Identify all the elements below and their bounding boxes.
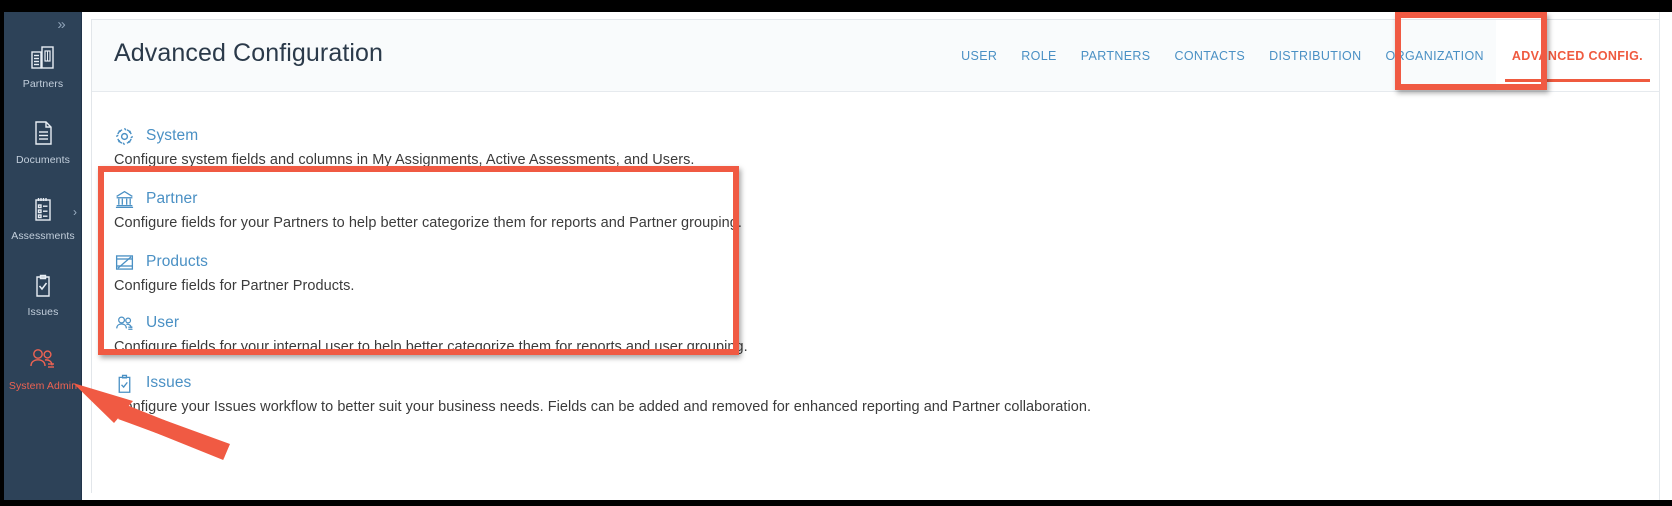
tab-role[interactable]: ROLE (1009, 20, 1068, 91)
section-title-link[interactable]: Issues (146, 374, 191, 392)
sidebar-item-label: Assessments (11, 230, 75, 242)
section-header: Products (114, 251, 354, 273)
config-section-products: Products Configure fields for Partner Pr… (114, 251, 354, 294)
clipboard-check-icon (4, 268, 82, 302)
document-icon (4, 116, 82, 150)
section-title-link[interactable]: System (146, 127, 198, 145)
section-header: Issues (114, 372, 1091, 394)
config-section-list: System Configure system fields and colum… (92, 92, 1659, 493)
tab-distribution[interactable]: DISTRIBUTION (1257, 20, 1373, 91)
tab-contacts[interactable]: CONTACTS (1162, 20, 1257, 91)
sidebar-item-partners[interactable]: Partners (4, 40, 82, 90)
sidebar-item-documents[interactable]: Documents (4, 116, 82, 166)
sidebar-item-label: Documents (15, 154, 70, 166)
products-box-icon (114, 251, 138, 273)
top-tab-bar: USER ROLE PARTNERS CONTACTS DISTRIBUTION… (949, 20, 1659, 91)
page-header: Advanced Configuration USER ROLE PARTNER… (92, 20, 1659, 92)
clipboard-list-icon (4, 192, 82, 226)
sidebar-item-label: System Admin (8, 380, 78, 392)
main-content-area: Advanced Configuration USER ROLE PARTNER… (82, 12, 1672, 500)
page-title: Advanced Configuration (114, 39, 384, 67)
bank-building-icon (4, 40, 82, 74)
section-description: Configure fields for your internal user … (114, 339, 748, 355)
section-title-link[interactable]: Products (146, 253, 208, 271)
config-section-system: System Configure system fields and colum… (114, 125, 694, 168)
right-scroll-gutter[interactable] (1659, 12, 1672, 500)
tab-partners[interactable]: PARTNERS (1069, 20, 1163, 91)
tab-user[interactable]: USER (949, 20, 1009, 91)
sidebar-collapse-icon[interactable]: » (49, 14, 73, 36)
section-description: Configure fields for your Partners to he… (114, 215, 742, 231)
app-window-frame: » Partners Documents Assessments › Issue… (0, 0, 1672, 500)
section-description: Configure system fields and columns in M… (114, 152, 695, 168)
sidebar-item-label: Issues (27, 306, 59, 318)
users-icon (4, 342, 82, 376)
section-header: System (114, 125, 694, 147)
tab-organization[interactable]: ORGANIZATION (1374, 20, 1496, 91)
sidebar-item-label: Partners (22, 78, 64, 90)
sidebar-item-system-admin[interactable]: System Admin (4, 342, 82, 392)
gear-icon (114, 125, 138, 147)
config-section-partner: Partner Configure fields for your Partne… (114, 188, 742, 231)
section-header: User (114, 312, 748, 334)
sidebar-item-assessments[interactable]: Assessments › (4, 192, 82, 242)
bank-columns-icon (114, 188, 138, 210)
section-header: Partner (114, 188, 742, 210)
left-sidebar: » Partners Documents Assessments › Issue… (4, 12, 82, 500)
page-card: Advanced Configuration USER ROLE PARTNER… (91, 19, 1660, 493)
chevron-right-icon[interactable]: › (73, 206, 77, 218)
section-description: Configure your Issues workflow to better… (114, 399, 1092, 415)
config-section-user: User Configure fields for your internal … (114, 312, 748, 355)
section-description: Configure fields for Partner Products. (114, 278, 355, 294)
users-icon (114, 312, 138, 334)
clipboard-check-icon (114, 372, 138, 394)
config-section-issues: Issues Configure your Issues workflow to… (114, 372, 1091, 415)
app-viewport: » Partners Documents Assessments › Issue… (4, 12, 1672, 500)
sidebar-item-issues[interactable]: Issues (4, 268, 82, 318)
tab-advanced-config[interactable]: ADVANCED CONFIG. (1495, 20, 1659, 91)
section-title-link[interactable]: Partner (146, 190, 198, 208)
section-title-link[interactable]: User (146, 314, 179, 332)
